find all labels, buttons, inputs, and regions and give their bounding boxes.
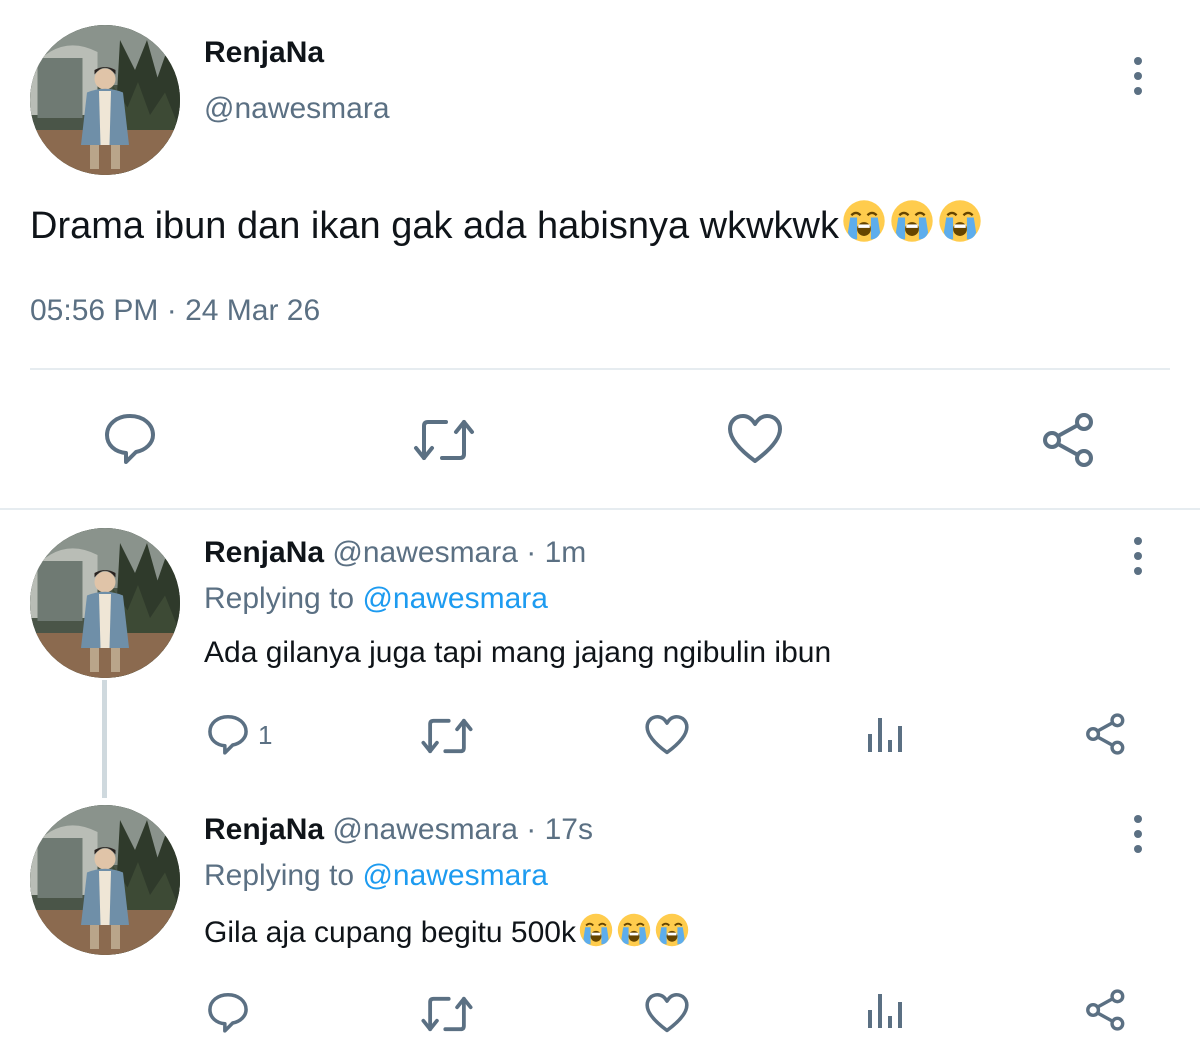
reply-text-row: Gila aja cupang begitu 500k (204, 912, 690, 956)
divider (0, 508, 1200, 510)
display-name[interactable]: RenjaNa (204, 536, 324, 569)
replying-handle-link[interactable]: @nawesmara (362, 859, 548, 892)
retweet-icon[interactable] (420, 992, 474, 1036)
analytics-icon[interactable] (866, 714, 906, 754)
replying-to: Replying to @nawesmara (204, 582, 548, 616)
reply-time: · 1m (526, 536, 587, 569)
user-handle[interactable]: @nawesmara (332, 813, 518, 846)
more-options-icon[interactable] (1128, 815, 1148, 860)
display-name[interactable]: RenjaNa (204, 36, 324, 70)
tweet-text: Drama ibun dan ikan gak ada habisnya wkw… (30, 205, 839, 247)
user-handle[interactable]: @nawesmara (332, 536, 518, 569)
divider (30, 368, 1170, 370)
avatar[interactable] (30, 805, 180, 955)
reply-icon[interactable] (206, 990, 250, 1034)
analytics-icon[interactable] (866, 990, 906, 1030)
display-name[interactable]: RenjaNa (204, 813, 324, 846)
reply-time: · 17s (526, 813, 593, 846)
retweet-icon[interactable] (420, 714, 474, 758)
like-icon[interactable] (644, 992, 690, 1034)
share-icon[interactable] (1084, 712, 1128, 756)
share-icon[interactable] (1040, 412, 1098, 468)
retweet-icon[interactable] (412, 414, 476, 466)
share-icon[interactable] (1084, 988, 1128, 1032)
thread-line (102, 680, 107, 798)
loudly-crying-face-icon (937, 198, 983, 254)
reply-icon[interactable] (206, 712, 250, 756)
reply-text: Ada gilanya juga tapi mang jajang ngibul… (204, 636, 832, 669)
more-options-icon[interactable] (1128, 57, 1148, 102)
more-options-icon[interactable] (1128, 537, 1148, 582)
replying-handle-link[interactable]: @nawesmara (362, 582, 548, 615)
loudly-crying-face-icon (889, 198, 935, 254)
reply-text: Gila aja cupang begitu 500k (204, 916, 576, 949)
loudly-crying-face-icon (578, 912, 614, 956)
reply-count: 1 (258, 720, 273, 750)
replying-label: Replying to (204, 582, 355, 615)
replying-to: Replying to @nawesmara (204, 859, 548, 893)
reply-icon[interactable] (102, 410, 158, 466)
reply-header: RenjaNa @nawesmara · 17s (204, 813, 593, 847)
avatar[interactable] (30, 528, 180, 678)
like-icon[interactable] (644, 714, 690, 756)
replying-label: Replying to (204, 859, 355, 892)
avatar[interactable] (30, 25, 180, 175)
reply-header: RenjaNa @nawesmara · 1m (204, 536, 586, 570)
tweet-text-row: Drama ibun dan ikan gak ada habisnya wkw… (30, 198, 983, 254)
like-icon[interactable] (726, 413, 784, 465)
loudly-crying-face-icon (654, 912, 690, 956)
loudly-crying-face-icon (616, 912, 652, 956)
loudly-crying-face-icon (841, 198, 887, 254)
user-handle[interactable]: @nawesmara (204, 92, 390, 126)
tweet-timestamp: 05:56 PM · 24 Mar 26 (30, 294, 321, 327)
